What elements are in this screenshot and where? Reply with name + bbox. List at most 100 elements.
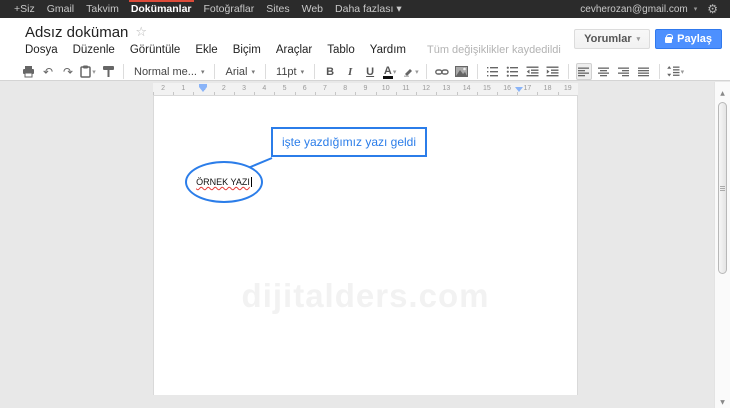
chevron-down-icon: ▾ — [393, 68, 397, 76]
ruler-number: 8 — [335, 83, 355, 95]
increase-indent-button[interactable] — [545, 63, 561, 80]
decrease-indent-button[interactable] — [525, 63, 541, 80]
vertical-scrollbar[interactable]: ▲ ▼ — [714, 82, 730, 408]
document-page[interactable]: dijitalders.com işte yazdığımız yazı gel… — [153, 95, 578, 395]
chevron-down-icon: ▾ — [92, 68, 96, 76]
ruler-number: 13 — [436, 83, 456, 95]
google-docs-app: +SizGmailTakvimDokümanlarFotoğraflarSite… — [0, 0, 730, 408]
chevron-down-icon: ▾ — [681, 68, 685, 76]
align-center-button[interactable] — [596, 63, 612, 80]
ruler-number: 3 — [234, 83, 254, 95]
paint-format-button[interactable] — [100, 63, 116, 80]
bulleted-list-button[interactable] — [505, 63, 521, 80]
formatting-toolbar: ↶ ↷ ▾ Normal me... ▾ Arial ▾ 11pt ▾ — [20, 62, 710, 81]
ruler-number: 9 — [355, 83, 375, 95]
ruler-number: 18 — [537, 83, 557, 95]
italic-button[interactable]: I — [342, 63, 358, 80]
scroll-down-arrow[interactable]: ▼ — [715, 399, 730, 406]
menu-item[interactable]: Biçim — [233, 44, 261, 56]
underline-button[interactable]: U — [362, 63, 378, 80]
scrollbar-grip — [720, 186, 725, 191]
menu-item[interactable]: Ekle — [195, 44, 217, 56]
ellipse-shape[interactable]: ÖRNEK YAZI — [185, 161, 263, 203]
line-spacing-button[interactable]: ▾ — [667, 63, 685, 80]
insert-image-button[interactable] — [454, 63, 470, 80]
align-right-button[interactable] — [616, 63, 632, 80]
scroll-up-arrow[interactable]: ▲ — [715, 90, 730, 97]
topbar-nav-item[interactable]: Takvim — [80, 0, 125, 18]
account-email[interactable]: cevherozan@gmail.com — [580, 4, 687, 15]
header-buttons: Yorumlar ▾ Paylaş — [574, 29, 722, 49]
bold-button[interactable]: B — [322, 63, 338, 80]
menu-item[interactable]: Araçlar — [276, 44, 312, 56]
topbar-nav-item[interactable]: +Siz — [8, 0, 41, 18]
redo-button[interactable]: ↷ — [60, 63, 76, 80]
title-row: Adsız doküman ☆ — [25, 24, 147, 41]
menu-item[interactable]: Yardım — [370, 44, 406, 56]
font-dropdown[interactable]: Arial ▾ — [222, 66, 258, 78]
topbar-nav-item[interactable]: Dokümanlar — [125, 0, 198, 18]
menu-item[interactable]: Görüntüle — [130, 44, 181, 56]
comments-button[interactable]: Yorumlar ▾ — [574, 29, 650, 49]
first-line-indent-marker[interactable] — [199, 84, 207, 87]
document-canvas: 2112345678910111213141516171819 dijitald… — [0, 82, 714, 408]
callout-box[interactable]: işte yazdığımız yazı geldi — [271, 127, 427, 157]
toolbar-separator — [314, 64, 315, 79]
text-cursor — [251, 177, 252, 187]
text-color-button[interactable]: A ▾ — [382, 63, 398, 80]
star-icon[interactable]: ☆ — [135, 25, 147, 40]
right-indent-marker[interactable] — [515, 87, 523, 92]
insert-link-button[interactable] — [434, 63, 450, 80]
ruler-number: 11 — [396, 83, 416, 95]
menu-item[interactable]: Dosya — [25, 44, 58, 56]
ellipse-text: ÖRNEK YAZI — [196, 177, 250, 187]
google-services-bar: +SizGmailTakvimDokümanlarFotoğraflarSite… — [0, 0, 730, 18]
toolbar-separator — [265, 64, 266, 79]
toolbar-separator — [214, 64, 215, 79]
ruler-number: 5 — [274, 83, 294, 95]
document-title[interactable]: Adsız doküman — [25, 24, 128, 41]
menu-bar: Dosya Düzenle Görüntüle Ekle Biçim Araçlar Tab… — [25, 44, 561, 56]
numbered-list-button[interactable] — [485, 63, 501, 80]
styles-dropdown[interactable]: Normal me... ▾ — [131, 66, 207, 78]
font-size-dropdown[interactable]: 11pt ▾ — [273, 66, 307, 78]
share-button[interactable]: Paylaş — [655, 29, 722, 49]
ruler-number: 19 — [558, 83, 578, 95]
ruler-number: 7 — [315, 83, 335, 95]
lock-icon — [665, 37, 672, 43]
menu-item[interactable]: Tablo — [327, 44, 355, 56]
topbar-nav-item[interactable]: Fotoğraflar — [198, 0, 261, 18]
chevron-down-icon: ▾ — [637, 35, 641, 43]
save-status: Tüm değişiklikler kaydedildi — [427, 44, 561, 56]
ruler-number: 2 — [214, 83, 234, 95]
toolbar-separator — [426, 64, 427, 79]
account-dropdown-icon[interactable]: ▾ — [694, 5, 698, 13]
account-area: cevherozan@gmail.com ▾ ⚙ — [580, 0, 722, 18]
ruler-number: 14 — [457, 83, 477, 95]
chevron-down-icon: ▾ — [301, 68, 305, 76]
ruler[interactable]: 2112345678910111213141516171819 — [153, 83, 578, 95]
toolbar-separator — [568, 64, 569, 79]
align-left-button[interactable] — [576, 63, 592, 80]
callout-text: işte yazdığımız yazı geldi — [282, 135, 416, 149]
gear-icon[interactable]: ⚙ — [703, 2, 722, 16]
chevron-down-icon: ▾ — [415, 68, 419, 76]
print-button[interactable] — [20, 63, 36, 80]
topbar-nav-item[interactable]: Web — [296, 0, 329, 18]
web-clipboard-button[interactable]: ▾ — [80, 63, 96, 80]
left-indent-marker[interactable] — [199, 87, 207, 92]
chevron-down-icon: ▾ — [252, 68, 256, 76]
justify-button[interactable] — [636, 63, 652, 80]
menu-item[interactable]: Düzenle — [73, 44, 115, 56]
undo-button[interactable]: ↶ — [40, 63, 56, 80]
ruler-number: 4 — [254, 83, 274, 95]
ruler-number: 10 — [376, 83, 396, 95]
highlight-color-button[interactable]: ▾ — [402, 63, 419, 80]
topbar-nav-item[interactable]: Sites — [260, 0, 295, 18]
ruler-number: 12 — [416, 83, 436, 95]
scrollbar-thumb[interactable] — [718, 102, 727, 274]
ruler-number: 1 — [173, 83, 193, 95]
topbar-nav-item[interactable]: Gmail — [41, 0, 80, 18]
ruler-number: 15 — [477, 83, 497, 95]
topbar-nav-item[interactable]: Daha fazlası ▾ — [329, 0, 408, 18]
